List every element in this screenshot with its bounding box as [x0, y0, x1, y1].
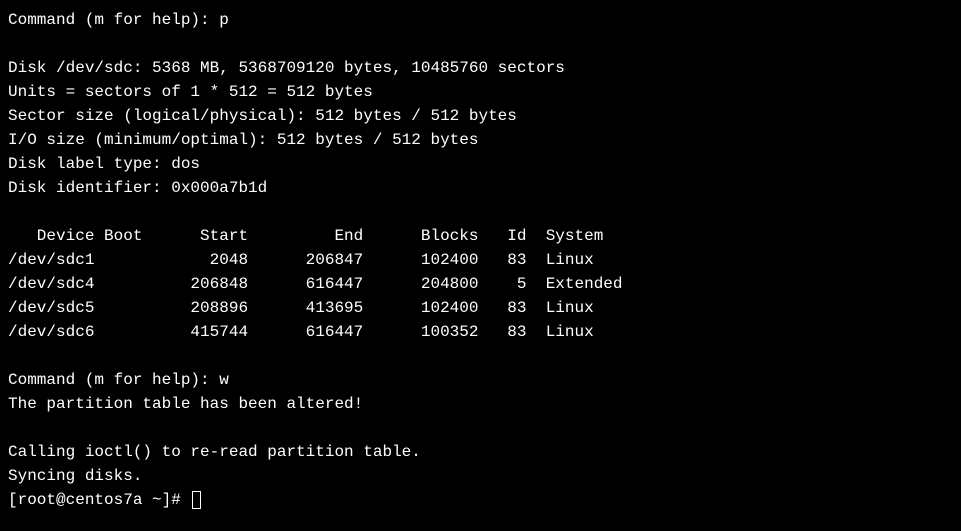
disk-info-line: Disk /dev/sdc: 5368 MB, 5368709120 bytes… [8, 56, 953, 80]
sector-size-line: Sector size (logical/physical): 512 byte… [8, 104, 953, 128]
command-prompt-p: Command (m for help): p [8, 8, 953, 32]
shell-prompt-text: [root@centos7a ~]# [8, 491, 190, 509]
shell-prompt-line[interactable]: [root@centos7a ~]# [8, 488, 953, 512]
disk-identifier-line: Disk identifier: 0x000a7b1d [8, 176, 953, 200]
cursor-icon [192, 491, 201, 509]
altered-message: The partition table has been altered! [8, 392, 953, 416]
table-row: /dev/sdc4 206848 616447 204800 5 Extende… [8, 272, 953, 296]
syncing-message: Syncing disks. [8, 464, 953, 488]
io-size-line: I/O size (minimum/optimal): 512 bytes / … [8, 128, 953, 152]
units-line: Units = sectors of 1 * 512 = 512 bytes [8, 80, 953, 104]
table-row: /dev/sdc5 208896 413695 102400 83 Linux [8, 296, 953, 320]
partition-table-header: Device Boot Start End Blocks Id System [8, 224, 953, 248]
table-row: /dev/sdc6 415744 616447 100352 83 Linux [8, 320, 953, 344]
blank-line [8, 32, 953, 56]
blank-line [8, 200, 953, 224]
table-row: /dev/sdc1 2048 206847 102400 83 Linux [8, 248, 953, 272]
command-prompt-w: Command (m for help): w [8, 368, 953, 392]
disk-label-type-line: Disk label type: dos [8, 152, 953, 176]
blank-line [8, 344, 953, 368]
blank-line [8, 416, 953, 440]
ioctl-message: Calling ioctl() to re-read partition tab… [8, 440, 953, 464]
